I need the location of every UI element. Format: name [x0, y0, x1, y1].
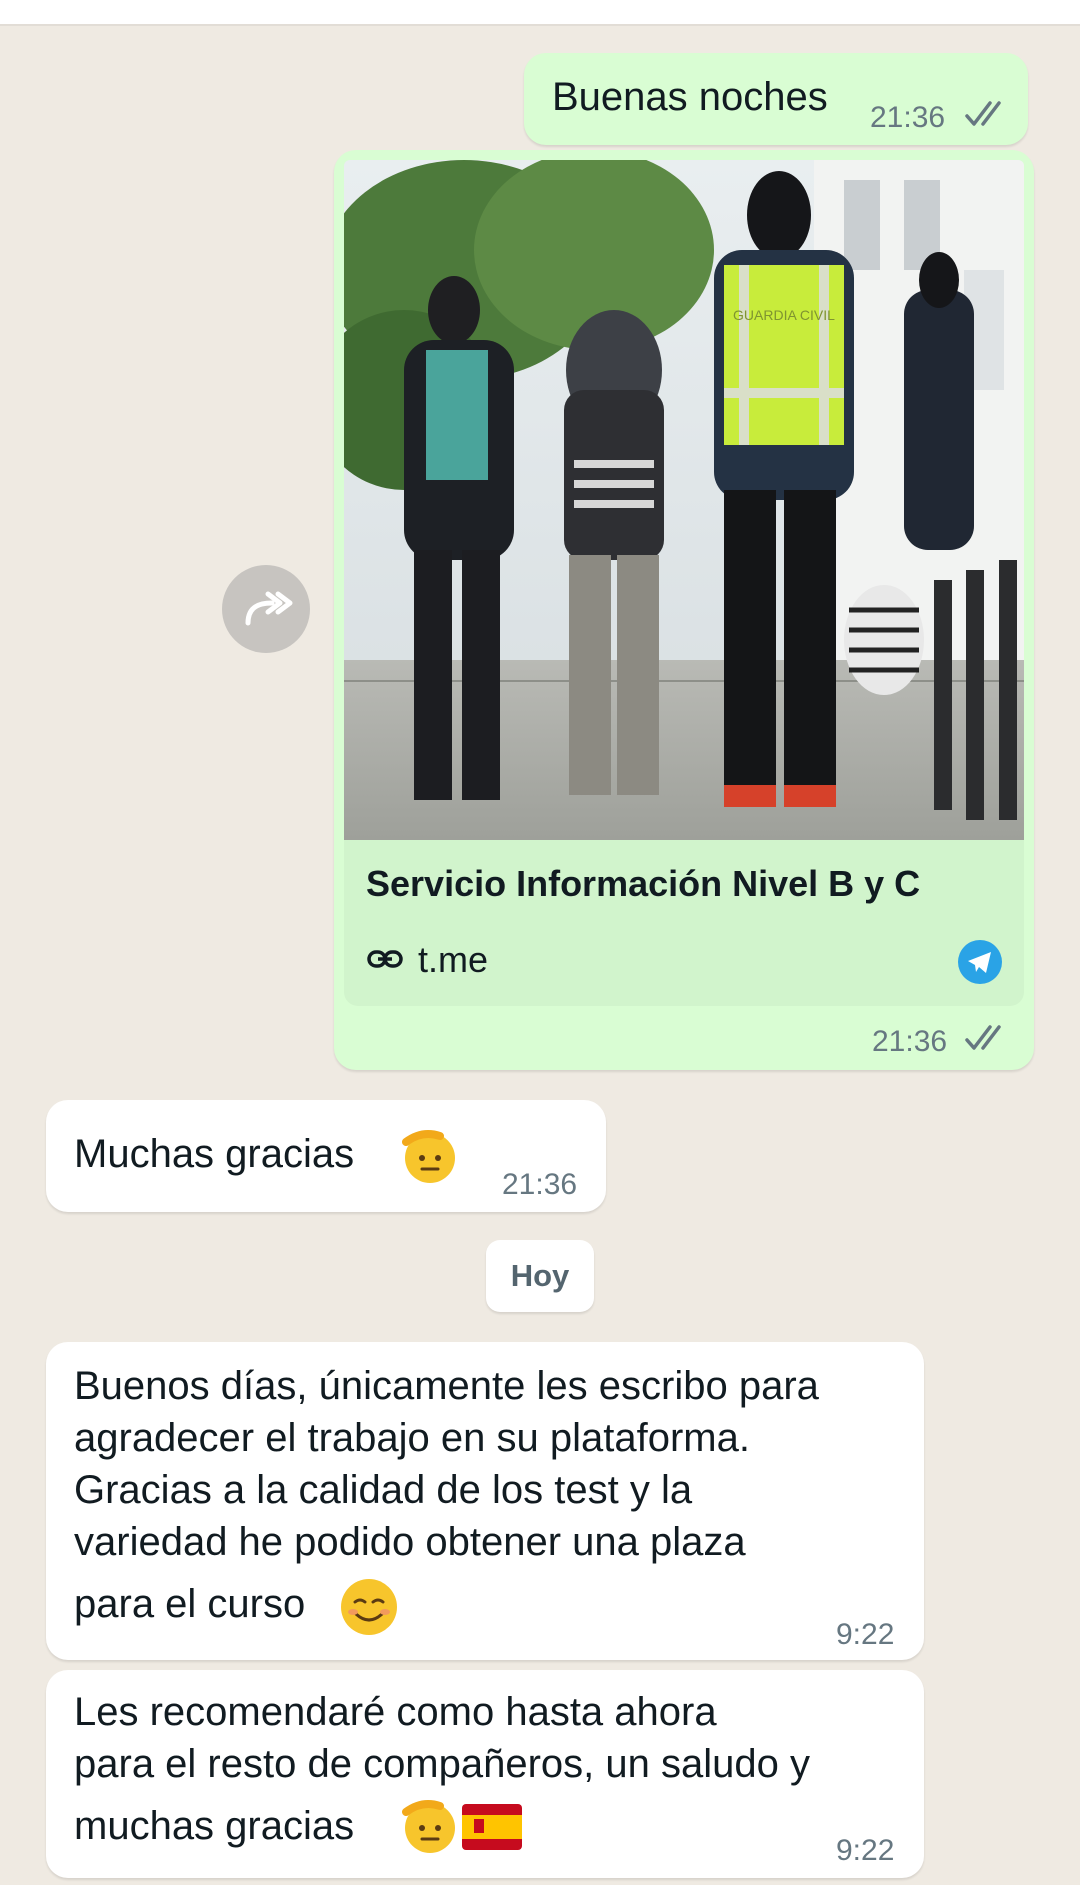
message-line-2: agradecer el trabajo en su plataforma.	[74, 1416, 750, 1460]
message-text: Muchas gracias	[74, 1132, 355, 1176]
message-line-4: variedad he podido obtener una plaza	[74, 1520, 746, 1564]
saluting-face-emoji	[402, 1800, 455, 1853]
date-separator: Hoy	[486, 1240, 594, 1312]
vest-text: GUARDIA CIVIL	[733, 307, 835, 323]
link-icon	[367, 950, 403, 968]
message-time: 21:36	[870, 101, 946, 134]
message-line-2: para el resto de compañeros, un saludo y	[74, 1742, 810, 1786]
double-check-icon	[965, 1025, 1001, 1050]
message-incoming-3[interactable]: Les recomendaré como hasta ahora para el…	[46, 1670, 924, 1878]
link-preview-card[interactable]: Servicio Información Nivel B y C t.me	[344, 840, 1024, 1006]
message-time: 9:22	[836, 1834, 895, 1867]
link-message-time: 21:36	[872, 1025, 948, 1058]
message-line-1: Les recomendaré como hasta ahora	[74, 1690, 717, 1734]
message-time: 9:22	[836, 1618, 895, 1651]
message-text: Buenas noches	[552, 75, 828, 119]
telegram-icon	[958, 940, 1002, 984]
message-time: 21:36	[502, 1168, 578, 1201]
smiling-face-emoji	[341, 1579, 397, 1635]
top-strip	[0, 0, 1080, 26]
double-check-icon	[965, 101, 1001, 126]
link-preview-image[interactable]: GUARDIA CIVIL	[344, 160, 1024, 840]
message-line-3: Gracias a la calidad de los test y la	[74, 1468, 693, 1512]
spain-flag-emoji	[462, 1804, 522, 1850]
saluting-face-emoji	[402, 1130, 455, 1183]
link-title: Servicio Información Nivel B y C	[366, 863, 921, 904]
message-incoming-2[interactable]: Buenos días, únicamente les escribo para…	[46, 1342, 924, 1660]
link-domain: t.me	[418, 939, 489, 980]
message-line-3: muchas gracias	[74, 1804, 355, 1848]
message-line-1: Buenos días, únicamente les escribo para	[74, 1364, 819, 1408]
message-line-5: para el curso	[74, 1582, 306, 1626]
message-outgoing-1[interactable]: Buenas noches 21:36	[524, 53, 1028, 145]
arrest-photo: GUARDIA CIVIL	[344, 160, 1024, 840]
message-incoming-1[interactable]: Muchas gracias 21:36	[46, 1100, 606, 1212]
forward-icon	[245, 591, 293, 626]
forward-button[interactable]	[222, 565, 310, 653]
